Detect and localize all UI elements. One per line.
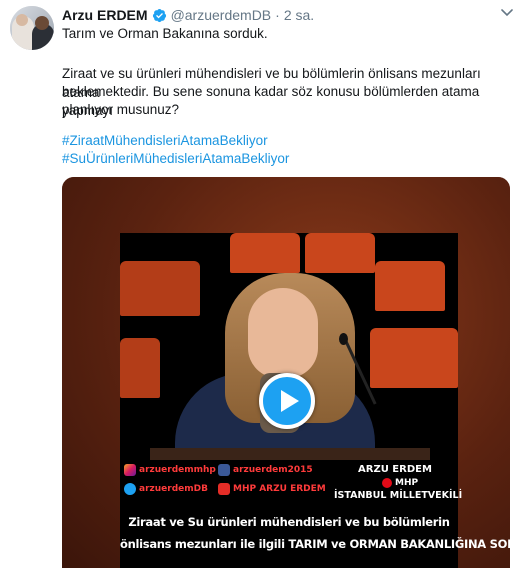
overlay-party: MHP bbox=[382, 478, 418, 488]
flag-icon bbox=[382, 478, 392, 488]
play-icon bbox=[281, 390, 299, 412]
instagram-icon bbox=[124, 464, 136, 476]
tweet-text-line: Tarım ve Orman Bakanına sorduk. bbox=[62, 26, 268, 41]
tweet-header: Arzu ERDEM @arzuerdemDB · 2 sa. bbox=[62, 6, 314, 24]
facebook-icon bbox=[218, 464, 230, 476]
chevron-down-icon[interactable] bbox=[500, 8, 514, 18]
tweet-text-line: planlıyor musunuz? bbox=[62, 102, 180, 117]
hashtag-link[interactable]: #SuÜrünleriMühedisleriAtamaBekliyor bbox=[62, 149, 289, 168]
subtitle-line: önlisans mezunları ile ilgili TARIM ve O… bbox=[120, 537, 510, 551]
tweet-timestamp[interactable]: 2 sa. bbox=[284, 7, 314, 23]
play-button[interactable] bbox=[259, 373, 315, 429]
video-caption-banner: arzuerdemmhp arzuerdem2015 arzuerdemDB M… bbox=[120, 460, 510, 568]
twitter-icon bbox=[124, 483, 136, 495]
social-youtube: MHP ARZU ERDEM bbox=[218, 483, 326, 495]
social-twitter: arzuerdemDB bbox=[124, 483, 208, 495]
social-instagram: arzuerdemmhp bbox=[124, 464, 216, 476]
subtitle-line: Ziraat ve Su ürünleri mühendisleri ve bu… bbox=[128, 515, 450, 529]
overlay-role: İSTANBUL MİLLETVEKİLİ bbox=[334, 490, 463, 501]
author-handle[interactable]: @arzuerdemDB bbox=[171, 7, 272, 23]
tweet: Arzu ERDEM @arzuerdemDB · 2 sa. Tarım ve… bbox=[0, 0, 525, 568]
verified-badge-icon bbox=[152, 8, 166, 22]
overlay-name: ARZU ERDEM bbox=[358, 464, 432, 475]
social-facebook: arzuerdem2015 bbox=[218, 464, 313, 476]
avatar[interactable] bbox=[10, 6, 54, 50]
hashtag-link[interactable]: #ZiraatMühendisleriAtamaBekliyor bbox=[62, 131, 268, 150]
author-name[interactable]: Arzu ERDEM bbox=[62, 7, 148, 23]
video-player[interactable]: arzuerdemmhp arzuerdem2015 arzuerdemDB M… bbox=[62, 177, 510, 568]
youtube-icon bbox=[218, 483, 230, 495]
separator-dot: · bbox=[275, 7, 280, 23]
